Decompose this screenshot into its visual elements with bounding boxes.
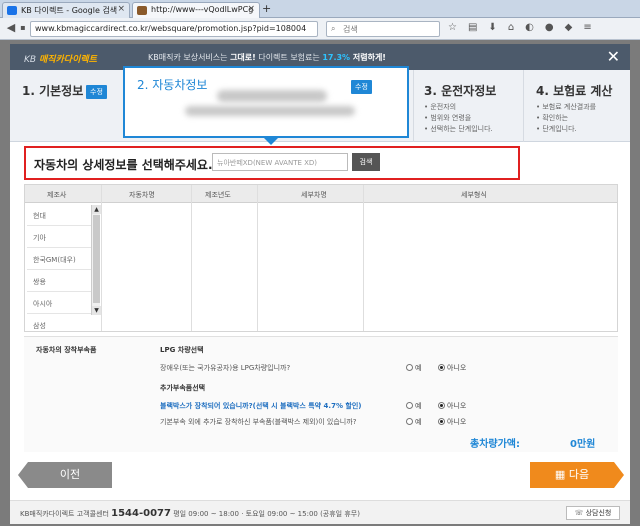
total-value: 0만원 [570,439,596,450]
star-icon[interactable]: ☆ [448,22,468,33]
list-item[interactable]: 한국GM(대우) [33,255,76,265]
car-selection-table: 제조사 자동차명 제조년도 세부차명 세부형식 현대 기아 한국GM(대우) 쌍… [24,184,618,332]
blackbox-no-radio[interactable]: 아니오 [438,401,466,411]
step-title: 1. 기본정보 [22,84,84,98]
step-description: • 보험료 계산결과를 • 확인하는 • 단계입니다. [536,103,597,133]
close-tab-icon[interactable]: × [247,4,255,14]
column-divider [257,185,258,331]
url-text: www.kbmagiccardirect.co.kr/websquare/pro… [35,24,307,33]
insurance-modal: KB 매직카다이렉트 KB매직카 보상서비스는 그대로! 다이렉트 보험료는 1… [10,44,630,524]
download-icon[interactable]: ⬇ [488,22,507,33]
list-item[interactable]: 쌍용 [33,277,46,287]
blackbox-question: 블랙박스가 장착되어 있습니까?(선택 시 블랙박스 특약 4.7% 할인) [160,402,362,410]
list-item[interactable]: 기아 [33,233,46,243]
step-title: 4. 보험료 계산 [536,84,613,98]
identity-icon[interactable]: ▪ [16,21,30,35]
blackbox-yes-radio[interactable]: 예 [406,401,421,411]
header-detail-type: 세부형식 [461,191,487,199]
maker-scrollbar[interactable]: ▲ ▼ [91,205,101,315]
browser-nav-bar: ◀ ▪ www.kbmagiccardirect.co.kr/websquare… [0,18,640,40]
share-icon[interactable]: ◐ [525,22,545,33]
close-icon[interactable]: ✕ [607,47,620,66]
new-tab-button[interactable]: + [262,2,271,15]
header-year: 제조년도 [205,191,231,199]
url-bar[interactable]: www.kbmagiccardirect.co.kr/websquare/pro… [30,21,318,37]
car-selection-box: 자동차의 상세정보를 선택해주세요. 뉴아반떼XD(NEW AVANTE XD)… [24,146,520,180]
calculator-icon: ▦ [554,468,566,481]
search-icon: ⌕ [331,24,336,33]
chat-icon[interactable]: ● [545,22,565,33]
active-step-pointer [264,138,278,145]
toolbar-icons: ☆▤⬇⌂◐●◆≡ [448,22,603,33]
list-item[interactable]: 아시아 [33,299,52,309]
brand-logo: KB 매직카다이렉트 [24,55,97,65]
kb-favicon-icon [137,6,147,15]
addon-icon[interactable]: ◆ [565,22,584,33]
call-center-info: KB매직카다이렉트 고객콜센터 1544-0077 평일 09:00 ~ 18:… [20,508,360,519]
car-name-input[interactable]: 뉴아반떼XD(NEW AVANTE XD) [212,153,348,171]
column-divider [101,185,102,331]
promo-text: KB매직카 보상서비스는 그대로! 다이렉트 보험료는 17.3% 저렴하게! [148,53,386,62]
call-center-hours: 평일 09:00 ~ 18:00 · 토요일 09:00 ~ 15:00 (공휴… [173,510,360,518]
step-title: 3. 운전자정보 [424,84,497,98]
extra-accessory-question: 기본부속 외에 추가로 장착하신 부속품(블랙박스 제외)이 있습니까? [160,418,357,426]
close-tab-icon[interactable]: × [117,4,125,14]
lpg-yes-radio[interactable]: 예 [406,363,421,373]
column-divider [363,185,364,331]
next-label: 다음 [568,468,590,481]
lpg-no-radio[interactable]: 아니오 [438,363,466,373]
call-center-tel: 1544-0077 [111,508,171,519]
step-car-info: 2. 자동차정보 수정 [123,66,409,138]
tab-title: http://www---vQodlLwPCg [151,5,254,14]
tab-kb-direct[interactable]: http://www---vQodlLwPCg × [132,2,260,18]
table-header: 제조사 자동차명 제조년도 세부차명 세부형식 [25,185,617,203]
header-car-name: 자동차명 [129,191,155,199]
next-button[interactable]: ▦ 다음 [530,462,624,488]
list-item[interactable]: 현대 [33,211,46,221]
lpg-title: LPG 차량선택 [160,346,204,354]
extra-no-radio[interactable]: 아니오 [438,417,466,427]
home-icon[interactable]: ⌂ [508,22,525,33]
search-placeholder: 검색 [343,25,358,34]
blurred-content [185,106,355,116]
menu-icon[interactable]: ≡ [583,22,602,33]
header-maker: 제조사 [47,191,67,199]
accessory-label: 자동차의 장착부속품 [36,346,97,354]
browser-tab-bar: KB 다이렉트 - Google 검색 × http://www---vQodl… [0,0,640,18]
search-input[interactable]: ⌕ 검색 [326,21,440,37]
scroll-thumb[interactable] [93,215,100,303]
google-favicon-icon [7,6,17,15]
blurred-content [217,90,327,102]
step-driver-info: 3. 운전자정보 • 운전자의 • 범위와 연령을 • 선택하는 단계입니다. [413,70,523,142]
scroll-up-icon[interactable]: ▲ [92,205,101,214]
header-detail-name: 세부차명 [301,191,327,199]
consult-request-button[interactable]: ☏ 상담신청 [566,506,620,520]
prev-button[interactable]: 이전 [18,462,112,488]
list-item[interactable]: 삼성 [33,321,46,331]
phone-icon: ☏ [574,509,584,517]
lpg-question: 장애우(또는 국가유공자)용 LPG차량입니까? [160,364,291,372]
step-premium-calc: 4. 보험료 계산 • 보험료 계산결과를 • 확인하는 • 단계입니다. [523,70,630,142]
edit-badge[interactable]: 수정 [351,80,372,94]
accessory-options: 자동차의 장착부속품 LPG 차량선택 장애우(또는 국가유공자)용 LPG차량… [24,336,618,452]
edit-badge[interactable]: 수정 [86,85,107,99]
step-basic-info: 1. 기본정보 수정 [10,70,123,142]
total-value-label: 총차량가액: [470,439,520,450]
step-title: 2. 자동차정보 [137,78,208,92]
step-description: • 운전자의 • 범위와 연령을 • 선택하는 단계입니다. [424,103,493,133]
selection-title: 자동차의 상세정보를 선택해주세요. [34,158,213,172]
maker-list: 현대 기아 한국GM(대우) 쌍용 아시아 삼성 [25,203,101,331]
tab-title: KB 다이렉트 - Google 검색 [21,6,118,15]
scroll-down-icon[interactable]: ▼ [92,306,101,315]
column-divider [191,185,192,331]
reading-list-icon[interactable]: ▤ [468,22,488,33]
extra-yes-radio[interactable]: 예 [406,417,421,427]
footer: KB매직카다이렉트 고객콜센터 1544-0077 평일 09:00 ~ 18:… [10,500,630,524]
tab-google-search[interactable]: KB 다이렉트 - Google 검색 × [2,2,130,18]
accessory-title: 추가부속품선택 [160,384,206,392]
search-button[interactable]: 검색 [352,153,380,171]
